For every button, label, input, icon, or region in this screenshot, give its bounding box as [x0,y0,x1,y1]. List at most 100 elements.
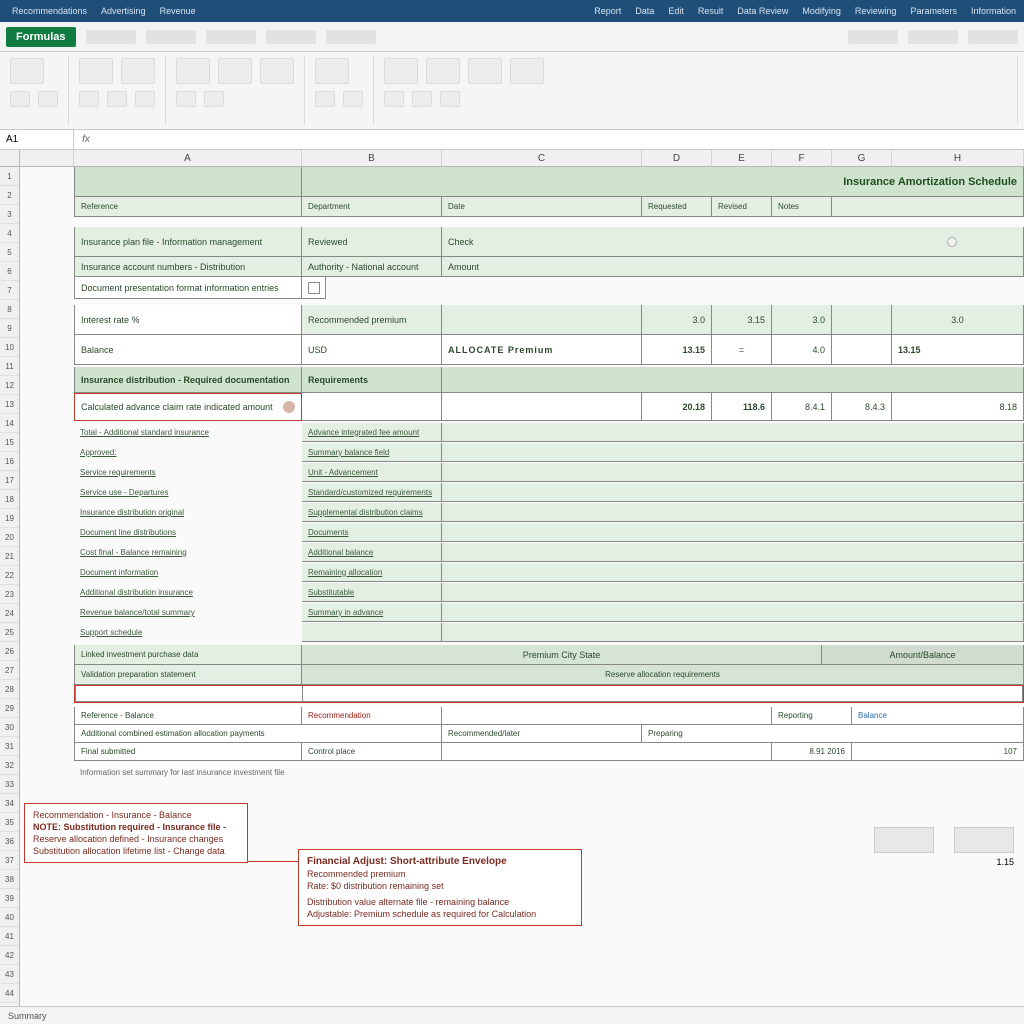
list-item-link[interactable]: Approved: [74,443,302,462]
row-header[interactable]: 32 [0,756,19,775]
row-header[interactable]: 3 [0,205,19,224]
ribbon-tab[interactable] [266,30,316,44]
cell[interactable]: Balance [74,335,302,365]
row-header[interactable]: 5 [0,243,19,262]
col-gutter[interactable] [20,150,74,166]
cell[interactable]: Linked investment purchase data [74,645,302,665]
cell[interactable]: Document presentation format information… [74,277,302,299]
cell[interactable] [302,393,442,421]
row-header[interactable]: 44 [0,984,19,1003]
menu-revenue[interactable]: Revenue [160,6,196,16]
cell[interactable] [442,563,1024,582]
cell[interactable]: Recommended premium [302,305,442,335]
ribbon-button[interactable] [426,58,460,84]
cell[interactable] [442,603,1024,622]
ribbon-button[interactable] [384,58,418,84]
col-header[interactable]: A [74,150,302,166]
ribbon-button[interactable] [440,91,460,107]
list-item-link[interactable]: Total - Additional standard insurance [74,423,302,442]
row-header[interactable]: 25 [0,623,19,642]
row-header[interactable]: 22 [0,566,19,585]
col-header[interactable]: G [832,150,892,166]
row-header[interactable]: 43 [0,965,19,984]
cell[interactable] [74,167,302,197]
row-header[interactable]: 23 [0,585,19,604]
ribbon-tab[interactable] [968,30,1018,44]
list-item-link[interactable]: Summary balance field [302,443,442,462]
cell-link[interactable]: Balance [852,707,1024,725]
cell[interactable]: Check [442,227,1024,257]
row-header[interactable]: 24 [0,604,19,623]
cell[interactable]: 13.15 [642,335,712,365]
cell[interactable]: 13.15 [892,335,1024,365]
list-item-link[interactable]: Document information [74,563,302,582]
row-header[interactable]: 20 [0,528,19,547]
select-all-corner[interactable] [0,150,20,166]
cell[interactable] [832,335,892,365]
cell[interactable]: Reference [74,197,302,217]
list-item-link[interactable] [302,623,442,642]
list-item-link[interactable]: Service requirements [74,463,302,482]
row-header[interactable]: 16 [0,452,19,471]
list-item-link[interactable]: Cost final - Balance remaining [74,543,302,562]
cell[interactable]: Date [442,197,642,217]
cell[interactable] [442,443,1024,462]
cell[interactable]: Insurance distribution - Required docume… [74,367,302,393]
ribbon-button[interactable] [204,91,224,107]
cell[interactable]: Department [302,197,442,217]
cell[interactable] [442,523,1024,542]
cell[interactable] [442,543,1024,562]
ribbon-button[interactable] [121,58,155,84]
cell[interactable] [442,305,642,335]
cell[interactable]: Authority - National account [302,257,442,277]
cell[interactable]: Requested [642,197,712,217]
row-header[interactable]: 41 [0,927,19,946]
row-header[interactable]: 10 [0,338,19,357]
ribbon-button[interactable] [218,58,252,84]
cell[interactable]: = [712,335,772,365]
row-header[interactable]: 1 [0,167,19,186]
list-item-link[interactable]: Additional distribution insurance [74,583,302,602]
cell[interactable]: Preparing [642,725,1024,743]
spreadsheet-grid[interactable]: Insurance Amortization Schedule Referenc… [20,167,1024,1006]
cell[interactable] [442,463,1024,482]
cell[interactable] [442,393,642,421]
row-header[interactable]: 29 [0,699,19,718]
ribbon-button[interactable] [79,58,113,84]
ribbon-tab[interactable] [146,30,196,44]
list-item-link[interactable]: Document line distributions [74,523,302,542]
cell[interactable] [303,686,1023,702]
ribbon-button[interactable] [315,58,349,84]
cell[interactable]: 3.15 [712,305,772,335]
menu-reviewing[interactable]: Reviewing [855,6,897,16]
ribbon-button[interactable] [176,91,196,107]
cell[interactable]: 8.91 2016 [772,743,852,761]
cell[interactable]: Insurance plan file - Information manage… [74,227,302,257]
col-header[interactable]: D [642,150,712,166]
list-item-link[interactable]: Service use - Departures [74,483,302,502]
checkbox[interactable] [302,277,326,299]
cell[interactable] [442,707,772,725]
menu-parameters[interactable]: Parameters [910,6,957,16]
list-item-link[interactable]: Additional balance [302,543,442,562]
ribbon-button[interactable] [38,91,58,107]
row-header[interactable]: 39 [0,889,19,908]
cell[interactable]: Final submitted [74,743,302,761]
ribbon-tab[interactable] [908,30,958,44]
ribbon-button[interactable] [107,91,127,107]
cell[interactable]: 8.18 [892,393,1024,421]
menu-report[interactable]: Report [594,6,621,16]
cell[interactable]: Amount/Balance [822,645,1024,665]
ribbon-button[interactable] [468,58,502,84]
row-header[interactable]: 38 [0,870,19,889]
cell[interactable]: 107 [852,743,1024,761]
list-item-link[interactable]: Revenue balance/total summary [74,603,302,622]
cell[interactable]: Reporting [772,707,852,725]
cell[interactable]: Notes [772,197,832,217]
row-header[interactable]: 7 [0,281,19,300]
name-box[interactable]: A1 [0,130,74,149]
ribbon-tab[interactable] [326,30,376,44]
col-header[interactable]: F [772,150,832,166]
ribbon-button[interactable] [135,91,155,107]
cell[interactable]: 118.6 [712,393,772,421]
